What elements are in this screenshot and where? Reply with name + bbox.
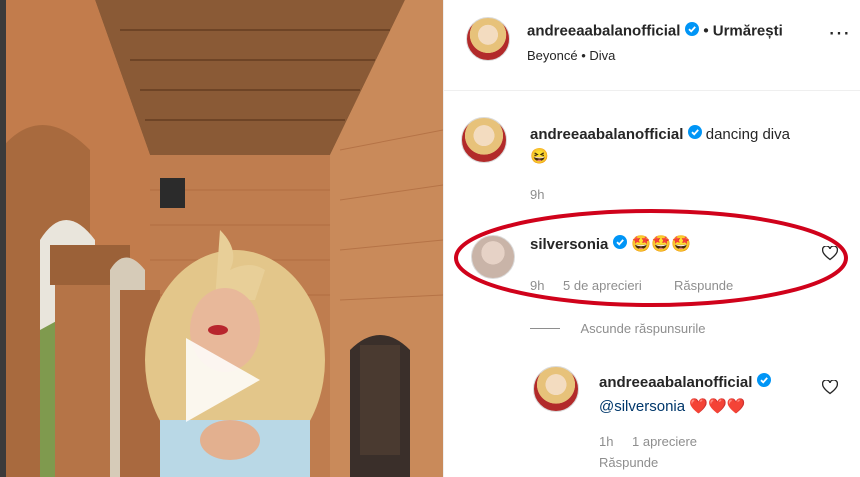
- caption-time: 9h: [530, 187, 545, 202]
- reply-hearts: ❤️❤️❤️: [689, 398, 746, 416]
- reply-likes[interactable]: 1 apreciere: [632, 434, 697, 449]
- verified-badge-icon: [756, 371, 771, 395]
- caption-text: dancing diva: [705, 126, 790, 143]
- reply-mention[interactable]: @silversonia: [599, 398, 685, 415]
- audio-subtitle[interactable]: Beyoncé • Diva: [527, 48, 615, 63]
- following-label[interactable]: • Urmărești: [703, 23, 782, 40]
- avatar[interactable]: [466, 17, 510, 61]
- verified-badge-icon: [684, 22, 699, 41]
- reply-reply-button[interactable]: Răspunde: [599, 455, 658, 470]
- like-reply-heart-icon[interactable]: [821, 379, 839, 400]
- comments-panel: andreeaabalanofficial • Urmărești Beyonc…: [443, 0, 860, 477]
- reply-username[interactable]: andreeaabalanofficial: [599, 374, 752, 391]
- annotation-ellipse: [454, 209, 848, 307]
- reply-time: 1h: [599, 434, 614, 449]
- caption-emoji: 😆: [530, 148, 549, 166]
- play-icon[interactable]: [186, 338, 260, 422]
- replies-divider: [530, 328, 560, 330]
- hide-replies-toggle[interactable]: Ascunde răspunsurile: [530, 320, 705, 338]
- caption-username[interactable]: andreeaabalanofficial: [530, 126, 683, 143]
- avatar[interactable]: [533, 366, 579, 412]
- verified-badge-icon: [687, 124, 702, 146]
- hide-replies-label: Ascunde răspunsurile: [580, 321, 706, 336]
- video-player[interactable]: [0, 0, 443, 477]
- post-header: andreeaabalanofficial • Urmărești Beyonc…: [444, 0, 860, 91]
- more-options-icon[interactable]: ⋯: [828, 20, 850, 46]
- avatar[interactable]: [461, 117, 507, 163]
- header-username[interactable]: andreeaabalanofficial: [527, 23, 680, 40]
